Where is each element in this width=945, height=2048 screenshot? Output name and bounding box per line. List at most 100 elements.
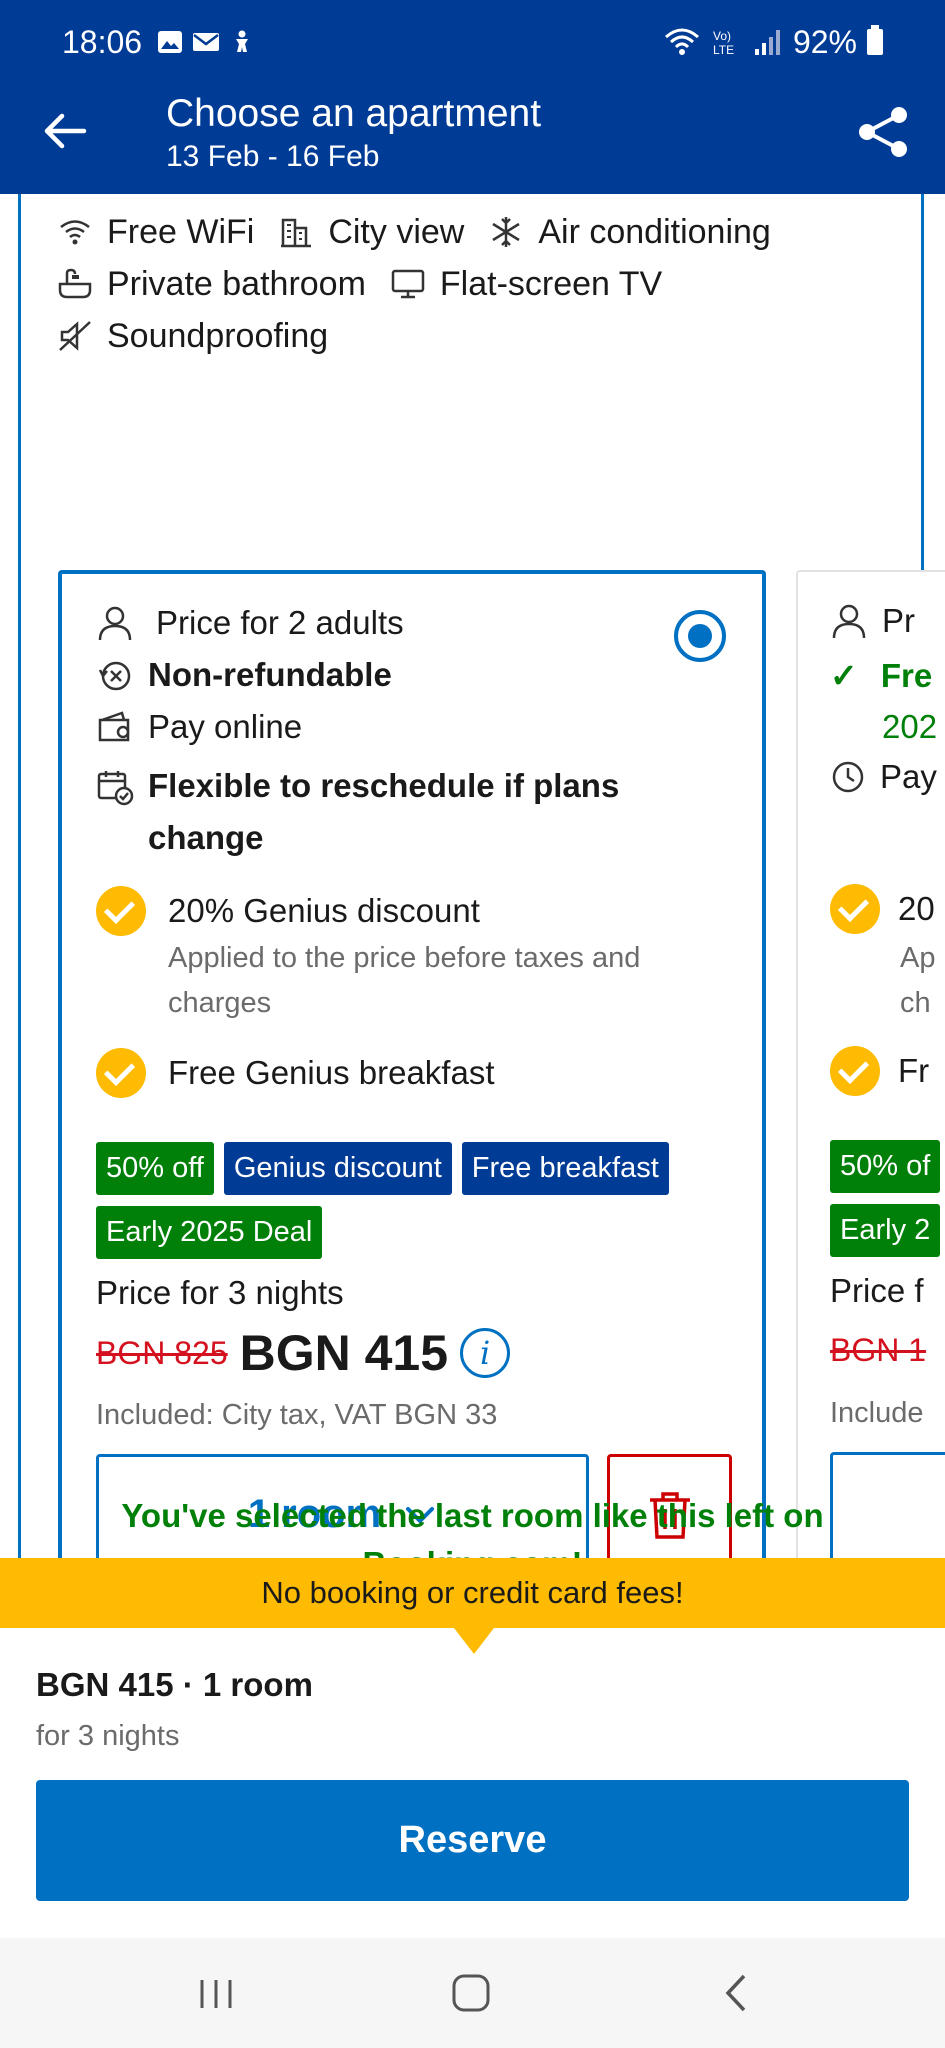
badge-early-deal: Early 2 [830,1204,941,1257]
badge-discount: 50% off [96,1142,214,1195]
check-circle-icon [96,1048,146,1098]
status-bar: 18:06 Vo) LTE 92% [0,0,945,84]
accessibility-icon [236,30,249,52]
clock-icon [832,761,864,793]
system-indicators: Vo) LTE 92% [663,24,883,61]
facility-flat-screen-tv: Flat-screen TV [390,265,662,304]
back-arrow-icon[interactable] [40,106,90,156]
summary-price: BGN 415 · 1 room [36,1666,313,1703]
last-room-message: You've selected the last room like this … [121,1497,824,1558]
original-price: BGN 825 [96,1334,228,1371]
app-header: Choose an apartment 13 Feb - 16 Feb [0,84,945,194]
rate-option-card-next[interactable]: Pr ✓ Fre 202 Pay 20 Ap ch Fr 50% of Earl… [796,570,945,1558]
perk-subtitle: Ap [900,942,936,974]
booking-summary: BGN 415 · 1 room for 3 nights Reserve [0,1628,945,1938]
facility-soundproofing: Soundproofing [57,317,328,356]
check-circle-icon [96,886,146,936]
badge-breakfast: Free breakfast [461,1142,669,1195]
svg-text:Vo): Vo) [713,29,731,43]
payment-text: Pay online [148,708,303,745]
facility-label: Free WiFi [107,212,255,251]
facility-label: Air conditioning [538,212,771,251]
occupancy-text: Price for 2 adults [156,604,404,641]
wallet-icon [98,711,130,742]
bathtub-icon [58,268,92,299]
refund-date-text: 202 [882,708,938,745]
facility-label: Soundproofing [107,316,329,355]
signal-icon [754,30,780,55]
summary-nights: for 3 nights [36,1720,180,1752]
stay-dates: 13 Feb - 16 Feb [166,140,380,173]
soundproof-icon [59,321,91,351]
person-icon [98,606,132,641]
perk-title: Fr [898,1052,930,1089]
reserve-label: Reserve [398,1819,547,1861]
battery-icon [867,25,883,55]
share-icon[interactable] [855,104,911,160]
reserve-button[interactable]: Reserve [36,1780,909,1901]
battery-percent: 92% [792,23,857,60]
check-circle-icon [830,884,880,934]
perk-subtitle: Applied to the price before taxes and ch… [168,942,641,1019]
facility-label: City view [328,212,465,251]
included-taxes: Include [830,1397,924,1429]
original-price: BGN 1 [830,1332,927,1368]
check-circle-icon [830,1046,880,1096]
rate-radio-selected[interactable] [674,610,726,662]
fee-banner: No booking or credit card fees! [0,1558,945,1654]
included-taxes: Included: City tax, VAT BGN 33 [96,1399,498,1431]
facility-label: Flat-screen TV [439,264,663,303]
svg-text:LTE: LTE [713,43,734,57]
facility-city-view: City view [278,213,464,252]
refund-policy-row: Non-refundable [96,656,392,694]
clock: 18:06 [62,23,143,60]
badge-early-deal: Early 2025 Deal [96,1206,323,1259]
occupancy-text: Pr [882,602,915,639]
city-icon [281,218,312,248]
genius-discount-perk: 20% Genius discount Applied to the price… [96,886,668,1026]
home-icon[interactable] [441,1968,501,2018]
perk-title: 20% Genius discount [168,892,480,929]
room-content[interactable]: Free WiFi City view Air conditioning Pri… [0,194,945,1558]
room-card: Free WiFi City view Air conditioning Pri… [18,194,945,1558]
fee-banner-text: No booking or credit card fees! [261,1575,684,1610]
price-label: Price f [830,1272,924,1309]
rate-option-card[interactable]: Price for 2 adults Non-refundable Pay on… [58,570,766,1558]
info-icon[interactable]: i [460,1328,511,1378]
perk-title: Free Genius breakfast [168,1054,495,1091]
recent-apps-icon[interactable] [186,1968,246,2018]
snowflake-icon [492,217,521,247]
price-row: BGN 825 BGN 415 i [96,1324,511,1382]
tv-icon [391,269,425,299]
check-icon: ✓ [830,657,858,694]
non-refundable-icon [98,661,131,691]
badge-genius: Genius discount [223,1142,452,1195]
perk-subtitle-2: ch [900,987,931,1019]
mail-icon [193,33,220,51]
volte-icon: Vo)LTE [713,29,734,57]
discounted-price: BGN 415 [239,1325,449,1381]
refund-policy-text: Non-refundable [148,656,392,693]
facility-private-bathroom: Private bathroom [57,265,366,304]
occupancy-row: Price for 2 adults [96,604,404,642]
badge-discount: 50% of [830,1140,941,1193]
person-icon [832,604,866,639]
wifi-status-icon [664,28,699,55]
genius-breakfast-perk: Free Genius breakfast [96,1048,495,1098]
system-nav-bar [0,1938,945,2048]
facility-label: Private bathroom [107,264,366,303]
notification-icons [156,29,256,55]
reschedule-text: Flexible to reschedule if plans change [148,767,620,856]
calendar-check-icon [97,771,134,806]
facilities-list: Free WiFi City view Air conditioning Pri… [57,206,917,362]
page-title: Choose an apartment [166,92,542,135]
payment-text: Pay [880,758,937,795]
back-nav-icon[interactable] [706,1968,766,2018]
perk-title: 20 [898,890,935,927]
deal-badges: 50% off Genius discount Free breakfast E… [96,1142,716,1259]
refund-text: Fre [880,657,933,694]
gallery-icon [158,31,183,53]
facility-air-conditioning: Air conditioning [488,212,771,252]
wifi-icon [60,220,90,245]
price-label: Price for 3 nights [96,1274,344,1311]
